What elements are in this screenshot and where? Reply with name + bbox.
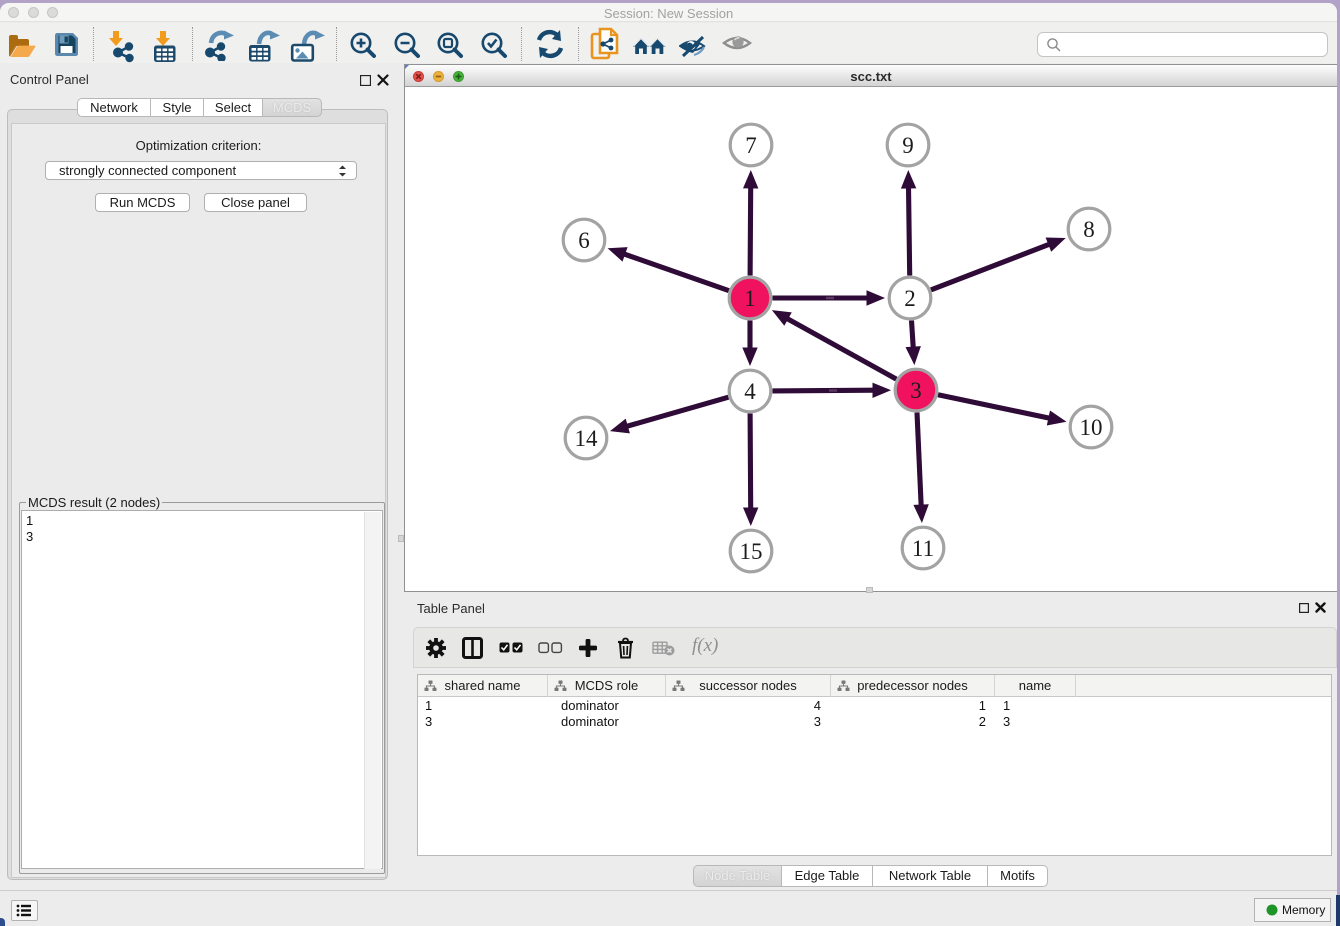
svg-text:10: 10 (1080, 415, 1103, 440)
svg-text:7: 7 (745, 133, 757, 158)
svg-text:6: 6 (578, 228, 590, 253)
svg-text:3: 3 (910, 378, 922, 403)
svg-text:15: 15 (740, 539, 763, 564)
svg-text:2: 2 (904, 286, 916, 311)
svg-text:4: 4 (744, 379, 756, 404)
svg-text:14: 14 (575, 426, 599, 451)
svg-text:8: 8 (1083, 217, 1095, 242)
svg-text:9: 9 (902, 133, 914, 158)
svg-text:1: 1 (744, 286, 756, 311)
svg-text:11: 11 (912, 536, 934, 561)
